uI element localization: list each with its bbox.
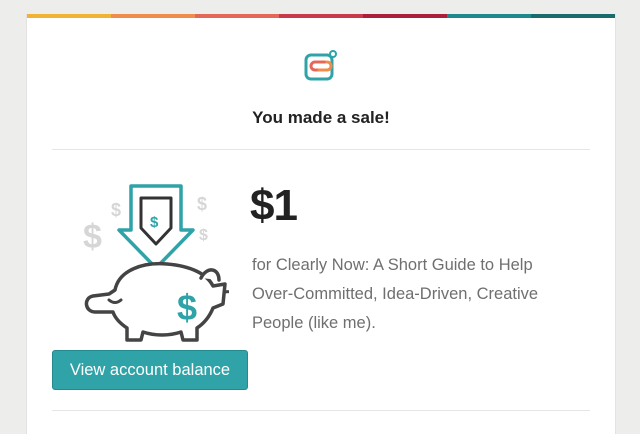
divider xyxy=(52,149,590,150)
piggy-bank-deposit-icon: $ $ $ $ $ $ xyxy=(83,184,229,342)
stripe-segment xyxy=(279,14,363,18)
stripe-segment xyxy=(531,14,615,18)
svg-text:$: $ xyxy=(199,227,208,244)
stripe-segment xyxy=(447,14,531,18)
svg-text:$: $ xyxy=(197,194,207,214)
svg-text:$: $ xyxy=(83,218,102,256)
svg-text:$: $ xyxy=(150,214,159,231)
sale-amount: $1 xyxy=(250,181,298,230)
svg-text:$: $ xyxy=(111,200,121,220)
brand-logo-icon xyxy=(304,50,337,81)
divider xyxy=(52,410,590,411)
stripe-segment xyxy=(111,14,195,18)
brand-color-stripe xyxy=(27,14,615,18)
view-account-balance-button[interactable]: View account balance xyxy=(52,350,248,390)
notification-heading: You made a sale! xyxy=(252,108,390,127)
stripe-segment xyxy=(27,14,111,18)
sale-description: for Clearly Now: A Short Guide to Help O… xyxy=(252,256,539,332)
stripe-segment xyxy=(195,14,279,18)
stripe-segment xyxy=(363,14,447,18)
sale-notification-card: You made a sale! $ $ $ $ $ $ $1 for Clea… xyxy=(26,14,616,434)
svg-text:$: $ xyxy=(177,287,197,328)
